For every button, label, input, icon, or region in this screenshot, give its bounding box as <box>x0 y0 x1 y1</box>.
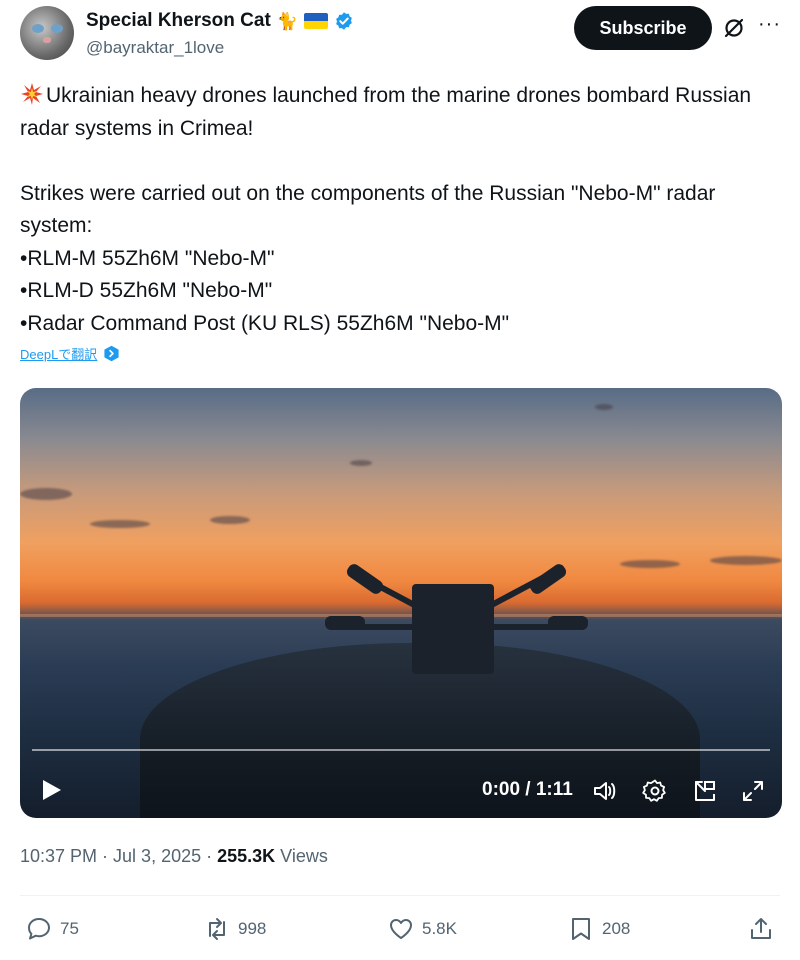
reply-icon <box>28 918 50 940</box>
bookmark-button[interactable]: 208 <box>568 916 630 942</box>
video-player[interactable]: 0:00 / 1:11 <box>20 388 782 818</box>
bookmark-count: 208 <box>602 919 631 938</box>
reply-button[interactable]: 75 <box>26 916 79 942</box>
user-handle[interactable]: @bayraktar_1love <box>86 38 224 58</box>
avatar-nose <box>43 37 51 43</box>
video-progress-bar[interactable] <box>32 749 770 751</box>
like-button[interactable]: 5.8K <box>388 916 457 942</box>
more-icon[interactable]: ··· <box>758 14 781 34</box>
pip-icon[interactable] <box>692 778 718 804</box>
cloud <box>20 488 72 500</box>
avatar[interactable] <box>20 6 74 60</box>
tweet-header: Special Kherson Cat 🐈 @bayraktar_1love S… <box>20 6 790 62</box>
horizon <box>20 614 782 617</box>
divider <box>20 895 780 896</box>
translate-link[interactable]: DeepLで翻訳 <box>20 344 97 363</box>
bullet-item: •RLM-M 55Zh6M "Nebo-M" <box>20 246 275 270</box>
subscribe-button[interactable]: Subscribe <box>574 6 712 50</box>
play-icon[interactable] <box>42 779 62 801</box>
repost-icon <box>209 918 225 940</box>
timestamp[interactable]: 10:37 PM · Jul 3, 2025 · <box>20 846 217 866</box>
tweet-headline: Ukrainian heavy drones launched from the… <box>20 84 757 140</box>
ukraine-flag-icon <box>303 13 328 29</box>
settings-icon[interactable] <box>642 778 668 804</box>
cloud <box>595 404 613 410</box>
drone-rotor <box>344 561 386 597</box>
grok-icon[interactable] <box>722 16 746 40</box>
drone-rotor <box>548 616 588 630</box>
translate-row: DeepLで翻訳 <box>20 344 120 363</box>
repost-button[interactable]: 998 <box>204 916 266 942</box>
collision-icon <box>21 83 43 105</box>
display-name[interactable]: Special Kherson Cat <box>86 10 271 32</box>
heart-icon <box>390 919 412 939</box>
volume-icon[interactable] <box>592 778 618 804</box>
deepl-icon[interactable] <box>103 345 120 362</box>
cloud <box>90 520 150 528</box>
cloud <box>210 516 250 524</box>
fullscreen-icon[interactable] <box>740 778 766 804</box>
tweet-meta: 10:37 PM · Jul 3, 2025 · 255.3K Views <box>20 846 328 867</box>
tweet-line-2: Strikes were carried out on the componen… <box>20 181 722 238</box>
avatar-eye <box>51 24 63 33</box>
action-bar: 75 998 5.8K 208 <box>0 908 800 950</box>
share-icon <box>751 918 771 939</box>
cloud <box>620 560 680 568</box>
video-time: 0:00 / 1:11 <box>482 779 573 800</box>
bookmark-icon <box>572 918 590 940</box>
cloud <box>350 460 372 466</box>
tweet-line-1: Ukrainian heavy drones launched from the… <box>20 80 780 145</box>
verified-badge-icon[interactable] <box>334 11 354 31</box>
name-row: Special Kherson Cat 🐈 <box>86 10 354 32</box>
tweet-spacer <box>20 145 780 178</box>
views-label: Views <box>275 846 328 866</box>
cloud <box>710 556 782 565</box>
cat-emoji: 🐈 <box>276 11 298 31</box>
like-count: 5.8K <box>422 919 457 938</box>
views-count: 255.3K <box>217 846 276 866</box>
avatar-eye <box>32 24 44 33</box>
drone-body <box>412 584 494 674</box>
bullet-item: •RLM-D 55Zh6M "Nebo-M" <box>20 279 273 302</box>
repost-count: 998 <box>238 919 267 938</box>
drone-rotor <box>325 616 365 630</box>
reply-count: 75 <box>60 919 79 938</box>
bullet-item: •Radar Command Post (KU RLS) 55Zh6M "Neb… <box>20 311 510 335</box>
drone-rotor <box>527 561 569 597</box>
tweet-text: Ukrainian heavy drones launched from the… <box>20 80 780 340</box>
share-button[interactable] <box>748 916 774 942</box>
